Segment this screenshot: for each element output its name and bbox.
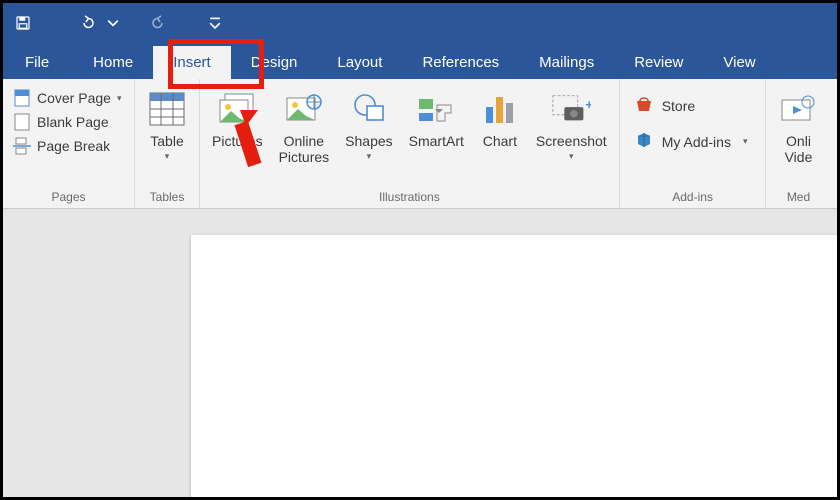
screenshot-button[interactable]: + Screenshot ▾	[530, 85, 613, 161]
page-break-button[interactable]: Page Break	[9, 135, 125, 157]
chevron-down-icon: ▾	[117, 93, 122, 104]
document-page[interactable]	[191, 235, 837, 497]
title-bar	[3, 3, 837, 43]
smartart-button[interactable]: SmartArt	[403, 85, 470, 149]
screenshot-icon: +	[551, 89, 591, 129]
pictures-label: Pictures	[212, 133, 263, 149]
tab-design[interactable]: Design	[231, 46, 318, 79]
tab-mailings[interactable]: Mailings	[519, 46, 614, 79]
document-area	[3, 209, 837, 497]
undo-dropdown-icon[interactable]	[107, 9, 119, 37]
tab-review[interactable]: Review	[614, 46, 703, 79]
redo-icon[interactable]	[145, 9, 173, 37]
qat-customize-icon[interactable]	[209, 9, 221, 37]
online-video-label-l1: Onli	[786, 133, 811, 149]
cover-page-label: Cover Page	[37, 90, 111, 106]
shapes-button[interactable]: Shapes ▾	[339, 85, 398, 161]
store-label: Store	[662, 98, 695, 114]
online-pictures-label-l2: Pictures	[279, 149, 330, 165]
table-icon	[147, 89, 187, 129]
chevron-down-icon: ▾	[743, 136, 748, 147]
chart-label: Chart	[483, 133, 517, 149]
tab-file[interactable]: File	[11, 46, 73, 79]
pictures-button[interactable]: Pictures	[206, 85, 269, 149]
chevron-down-icon: ▾	[367, 151, 372, 161]
blank-page-icon	[13, 113, 31, 131]
my-addins-button[interactable]: My Add-ins ▾	[628, 126, 754, 157]
online-pictures-label-l1: Online	[284, 133, 324, 149]
screenshot-label: Screenshot	[536, 133, 607, 149]
chart-icon	[480, 89, 520, 129]
group-media-label: Med	[772, 188, 824, 208]
shapes-icon	[349, 89, 389, 129]
addins-icon	[634, 130, 654, 153]
group-media: Onli Vide Med	[766, 79, 830, 208]
online-video-button[interactable]: Onli Vide	[772, 85, 824, 165]
smartart-label: SmartArt	[409, 133, 464, 149]
online-pictures-icon	[284, 89, 324, 129]
chevron-down-icon: ▾	[569, 151, 574, 161]
cover-page-icon	[13, 89, 31, 107]
store-icon	[634, 95, 654, 116]
pictures-icon	[217, 89, 257, 129]
chevron-down-icon: ▾	[165, 151, 170, 161]
tab-references[interactable]: References	[402, 46, 519, 79]
group-addins-label: Add-ins	[626, 188, 760, 208]
online-video-icon	[778, 89, 818, 129]
blank-page-label: Blank Page	[37, 114, 109, 130]
page-break-label: Page Break	[37, 138, 110, 154]
cover-page-button[interactable]: Cover Page ▾	[9, 87, 125, 109]
page-break-icon	[13, 137, 31, 155]
chart-button[interactable]: Chart	[474, 85, 526, 149]
group-tables: Table ▾ Tables	[135, 79, 200, 208]
word-window: File Home Insert Design Layout Reference…	[0, 0, 840, 500]
group-pages: Cover Page ▾ Blank Page	[3, 79, 135, 208]
group-illustrations: Pictures Online Pictures	[200, 79, 620, 208]
save-icon[interactable]	[9, 9, 37, 37]
tab-home[interactable]: Home	[73, 46, 153, 79]
ribbon: Cover Page ▾ Blank Page	[3, 79, 837, 209]
shapes-label: Shapes	[345, 133, 392, 149]
tab-layout[interactable]: Layout	[317, 46, 402, 79]
store-button[interactable]: Store	[628, 91, 754, 120]
group-illustrations-label: Illustrations	[206, 188, 613, 208]
online-pictures-button[interactable]: Online Pictures	[273, 85, 336, 165]
group-addins: Store My Add-ins ▾ Add-ins	[620, 79, 767, 208]
group-tables-label: Tables	[141, 188, 193, 208]
tab-view[interactable]: View	[703, 46, 775, 79]
my-addins-label: My Add-ins	[662, 134, 731, 150]
smartart-icon	[416, 89, 456, 129]
tab-insert[interactable]: Insert	[153, 46, 231, 79]
table-button[interactable]: Table ▾	[141, 85, 193, 161]
svg-text:+: +	[586, 97, 592, 112]
group-pages-label: Pages	[9, 188, 128, 208]
undo-icon[interactable]	[73, 9, 101, 37]
table-label: Table	[150, 133, 183, 149]
online-video-label-l2: Vide	[785, 149, 813, 165]
blank-page-button[interactable]: Blank Page	[9, 111, 125, 133]
ribbon-tabstrip: File Home Insert Design Layout Reference…	[3, 43, 837, 79]
